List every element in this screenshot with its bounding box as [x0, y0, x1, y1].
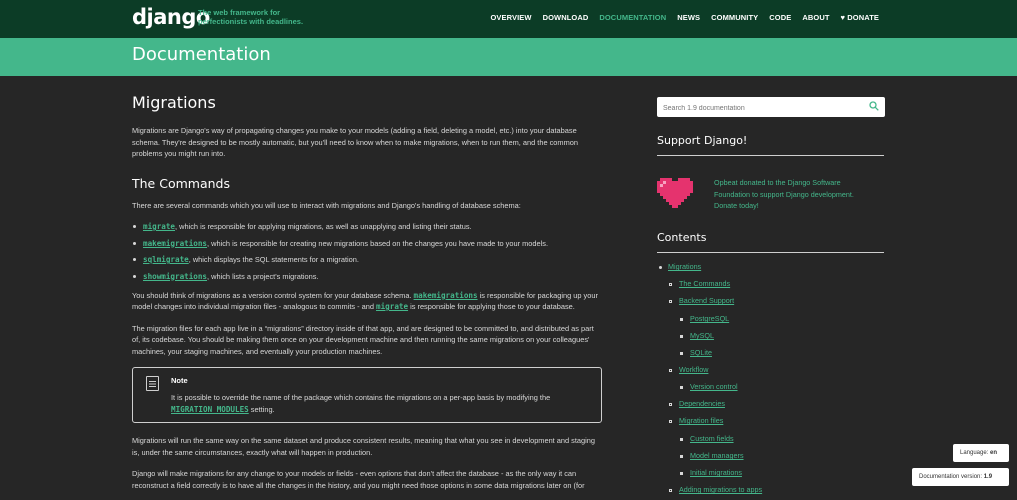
documentation-banner: Documentation: [0, 38, 1017, 76]
toc-mysql[interactable]: MySQL: [690, 332, 714, 340]
bullet-icon: [669, 489, 672, 492]
heart-icon: ♥: [840, 13, 846, 22]
bullet-icon: [669, 300, 672, 303]
list-item: makemigrations, which is responsible for…: [132, 238, 602, 249]
bullet-icon: [680, 352, 683, 355]
toc-the-commands[interactable]: The Commands: [679, 280, 730, 288]
makemigrations-inline-link[interactable]: makemigrations: [414, 291, 478, 300]
nav-community[interactable]: COMMUNITY: [711, 13, 758, 22]
toc-migrations[interactable]: Migrations: [668, 263, 701, 271]
bullet-icon: [680, 455, 683, 458]
migration-modules-link[interactable]: MIGRATION_MODULES: [171, 405, 249, 414]
bullet-icon: [680, 438, 683, 441]
intro-paragraph: Migrations are Django's way of propagati…: [132, 126, 578, 158]
list-item-text: , which is responsible for applying migr…: [175, 222, 472, 231]
toc-version-control[interactable]: Version control: [690, 383, 738, 391]
commands-list: migrate, which is responsible for applyi…: [132, 221, 602, 282]
search-icon[interactable]: [869, 101, 879, 111]
search-input[interactable]: [657, 98, 857, 119]
toc-adding-migrations-to-apps[interactable]: Adding migrations to apps: [679, 486, 762, 494]
bullet-icon: [669, 403, 672, 406]
language-label: Language:: [960, 450, 989, 456]
site-tagline: The web framework for perfectionists wit…: [198, 8, 304, 26]
bullet-icon: [680, 335, 683, 338]
list-item-text: , which displays the SQL statements for …: [188, 255, 359, 264]
nav-code[interactable]: CODE: [769, 13, 791, 22]
note-body-end: setting.: [248, 404, 275, 414]
note-box: Note It is possible to override the name…: [132, 367, 602, 423]
paragraph-text: is responsible for applying those to you…: [408, 302, 575, 311]
consistency-paragraph: Migrations will run the same way on the …: [132, 436, 596, 457]
toc-workflow[interactable]: Workflow: [679, 366, 708, 374]
contents-heading: Contents: [657, 231, 884, 253]
list-item: showmigrations, which lists a project's …: [132, 271, 602, 282]
version-switcher[interactable]: Documentation version: 1.9: [912, 468, 1009, 486]
note-title: Note: [171, 376, 188, 385]
list-item-text: , which is responsible for creating new …: [207, 238, 548, 248]
list-item-text: , which lists a project's migrations.: [207, 271, 319, 281]
migration-files-paragraph: The migration files for each app live in…: [132, 323, 594, 356]
toc-model-managers[interactable]: Model managers: [690, 452, 744, 460]
list-item: migrate, which is responsible for applyi…: [132, 221, 602, 232]
nav-about[interactable]: ABOUT: [802, 13, 829, 22]
toc-dependencies[interactable]: Dependencies: [679, 400, 725, 408]
pixel-heart-icon: [657, 178, 693, 208]
version-control-paragraph: You should think of migrations as a vers…: [132, 290, 602, 313]
main-nav: OVERVIEW DOWNLOAD DOCUMENTATION NEWS COM…: [479, 13, 879, 22]
toc-postgresql[interactable]: PostgreSQL: [690, 315, 729, 323]
nav-donate-label: DONATE: [847, 13, 879, 22]
page-title: Migrations: [132, 93, 216, 112]
support-donate-link[interactable]: Opbeat donated to the Django Software Fo…: [714, 177, 874, 212]
language-value: en: [990, 450, 998, 456]
top-navigation-bar: django The web framework for perfectioni…: [0, 0, 1017, 38]
bullet-icon: [669, 283, 672, 286]
bullet-icon: [680, 472, 683, 475]
language-switcher[interactable]: Language: en: [953, 444, 1009, 462]
toc-sqlite[interactable]: SQLite: [690, 349, 712, 357]
commands-intro: There are several commands which you wil…: [132, 200, 521, 210]
search-box: [657, 97, 885, 119]
note-body: It is possible to override the name of t…: [171, 393, 551, 402]
nav-overview[interactable]: OVERVIEW: [490, 13, 531, 22]
document-icon: [146, 376, 159, 391]
nav-news[interactable]: NEWS: [677, 13, 700, 22]
bullet-icon: [669, 420, 672, 423]
note-text: It is possible to override the name of t…: [171, 392, 591, 415]
nav-documentation[interactable]: DOCUMENTATION: [599, 13, 666, 22]
migrate-command-link[interactable]: migrate: [143, 222, 175, 231]
nav-donate[interactable]: ♥ DONATE: [841, 13, 879, 22]
version-value: 1.9: [983, 474, 993, 480]
toc-initial-migrations[interactable]: Initial migrations: [690, 469, 742, 477]
toc-backend-support[interactable]: Backend Support: [679, 297, 734, 305]
toc-custom-fields[interactable]: Custom fields: [690, 435, 734, 443]
bullet-icon: [659, 266, 662, 269]
nav-download[interactable]: DOWNLOAD: [543, 13, 589, 22]
banner-title: Documentation: [132, 44, 271, 65]
list-item: sqlmigrate, which displays the SQL state…: [132, 254, 602, 265]
migrate-inline-link[interactable]: migrate: [376, 302, 408, 311]
bullet-icon: [680, 318, 683, 321]
toc-migration-files[interactable]: Migration files: [679, 417, 723, 425]
version-label: Documentation version:: [919, 474, 983, 480]
commands-heading: The Commands: [132, 175, 230, 191]
support-heading: Support Django!: [657, 134, 884, 156]
makemigrations-command-link[interactable]: makemigrations: [143, 239, 207, 248]
paragraph-text: You should think of migrations as a vers…: [132, 290, 414, 300]
bullet-icon: [669, 369, 672, 372]
bullet-icon: [680, 386, 683, 389]
showmigrations-command-link[interactable]: showmigrations: [143, 272, 207, 281]
sidebar: Support Django! Opbeat donated to the Dj…: [657, 97, 885, 494]
main-content: Migrations Migrations are Django's way o…: [132, 76, 602, 500]
sqlmigrate-command-link[interactable]: sqlmigrate: [143, 255, 189, 264]
changes-paragraph: Django will make migrations for any chan…: [132, 469, 585, 490]
